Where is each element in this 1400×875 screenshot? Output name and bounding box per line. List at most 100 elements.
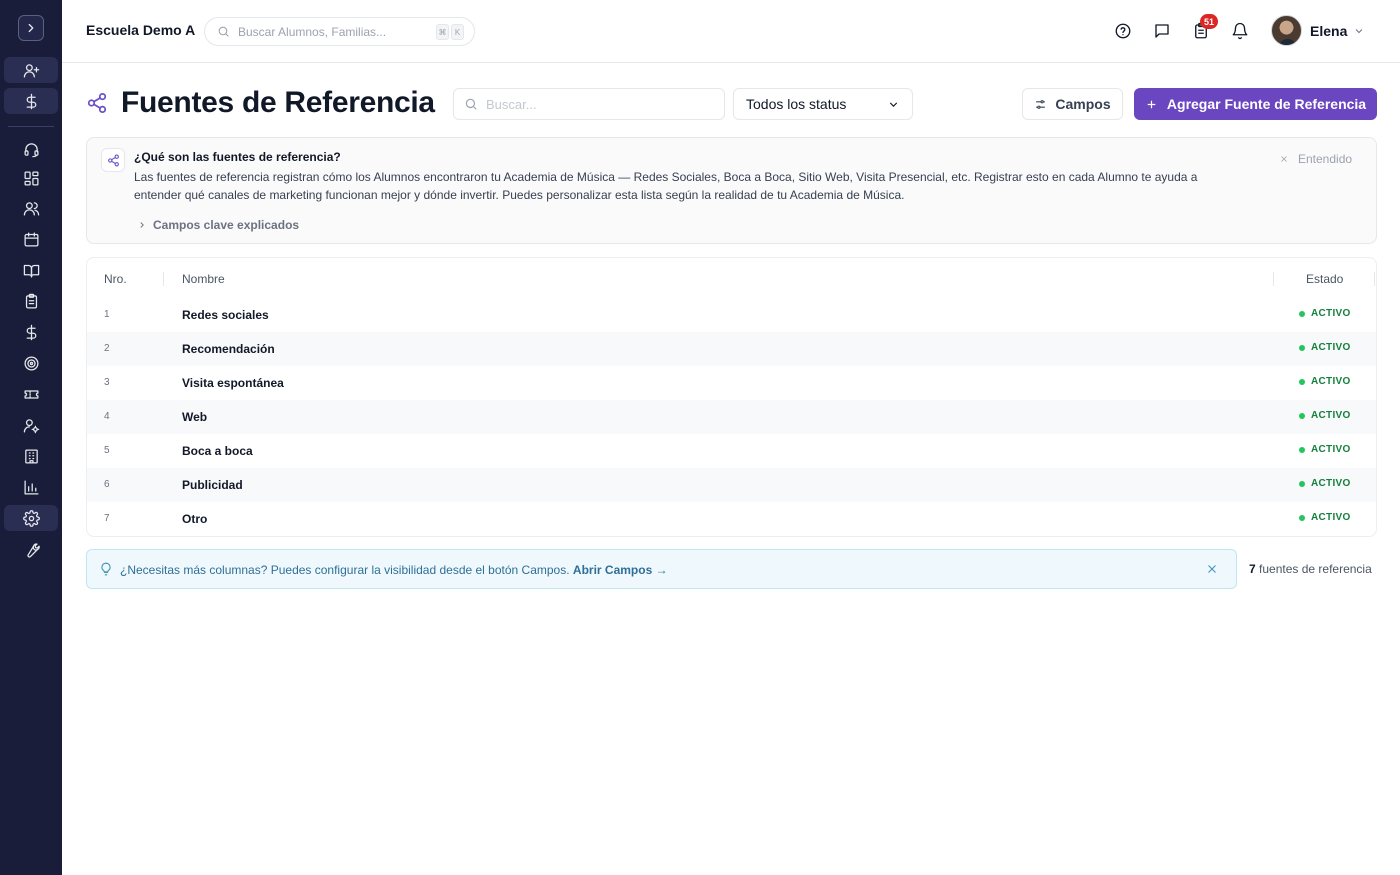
close-icon [1281, 156, 1287, 162]
sidebar [0, 0, 62, 875]
column-header-status[interactable]: Estado [1306, 272, 1343, 286]
status-filter-select[interactable]: Todos los status [733, 88, 913, 120]
user-menu-toggle[interactable] [1353, 24, 1367, 38]
status-label: ACTIVO [1311, 444, 1351, 455]
record-count: 7 fuentes de referencia [1249, 562, 1372, 576]
row-number: 4 [104, 411, 110, 422]
plus-icon [1147, 100, 1156, 108]
sidebar-item-events[interactable] [4, 381, 58, 407]
tip-close-button[interactable] [1205, 562, 1221, 578]
column-header-name[interactable]: Nombre [182, 272, 225, 286]
status-dot [1299, 412, 1305, 419]
table-row[interactable]: 6 Publicidad ACTIVO [87, 468, 1376, 502]
dollar-icon [26, 93, 36, 109]
notifications-button[interactable] [1230, 21, 1250, 41]
table-row[interactable]: 5 Boca a boca ACTIVO [87, 434, 1376, 468]
row-number: 7 [104, 513, 110, 524]
sidebar-item-courses[interactable] [4, 257, 58, 283]
table-row[interactable]: 2 Recomendación ACTIVO [87, 332, 1376, 366]
row-name[interactable]: Redes sociales [182, 308, 269, 322]
open-fields-link[interactable]: Abrir Campos → [573, 563, 668, 577]
info-title: ¿Qué son las fuentes de referencia? [134, 150, 341, 164]
users-icon [23, 201, 39, 216]
page-search-input[interactable] [486, 96, 706, 112]
help-icon [1115, 23, 1131, 39]
table-row[interactable]: 1 Redes sociales ACTIVO [87, 298, 1376, 332]
chevron-down-icon [887, 98, 900, 114]
row-name[interactable]: Publicidad [182, 478, 243, 492]
help-button[interactable] [1113, 21, 1133, 41]
record-count-label: fuentes de referencia [1259, 562, 1372, 576]
column-divider[interactable] [1374, 272, 1375, 286]
key-fields-expander[interactable]: Campos clave explicados [137, 218, 299, 232]
column-header-num[interactable]: Nro. [104, 272, 127, 286]
add-button-label: Agregar Fuente de Referencia [1166, 96, 1367, 112]
sidebar-item-dashboard[interactable] [4, 165, 58, 191]
row-name[interactable]: Recomendación [182, 342, 275, 356]
sidebar-item-finance[interactable] [4, 319, 58, 345]
sidebar-item-attendance[interactable] [4, 288, 58, 314]
sidebar-item-payments[interactable] [4, 88, 58, 114]
add-referral-source-button[interactable]: Agregar Fuente de Referencia [1134, 88, 1377, 120]
search-icon [218, 26, 229, 37]
sidebar-toggle-button[interactable] [18, 15, 44, 41]
sidebar-item-goals[interactable] [4, 350, 58, 376]
dollar-icon [26, 324, 36, 340]
share-icon [86, 92, 108, 114]
column-divider[interactable] [1273, 272, 1274, 286]
status-label: ACTIVO [1311, 410, 1351, 421]
sidebar-item-settings[interactable] [4, 505, 58, 531]
sidebar-item-calendar[interactable] [4, 226, 58, 252]
shortcut-key-cmd: ⌘ [436, 24, 449, 40]
info-dismiss-label: Entendido [1298, 152, 1353, 166]
sidebar-item-support[interactable] [4, 136, 58, 162]
top-header: Escuela Demo A Buscar Alumnos, Familias.… [62, 0, 1400, 63]
chat-icon [1155, 24, 1169, 38]
row-number: 1 [104, 309, 110, 320]
row-name[interactable]: Otro [182, 512, 207, 526]
fields-button[interactable]: Campos [1022, 88, 1123, 120]
sidebar-item-school[interactable] [4, 443, 58, 469]
ticket-icon [23, 389, 39, 399]
status-badge: ACTIVO [1299, 512, 1351, 523]
chart-icon [23, 479, 39, 495]
page-search[interactable] [453, 88, 725, 120]
global-search-placeholder: Buscar Alumnos, Familias... [238, 24, 387, 39]
book-icon [23, 264, 39, 278]
row-name[interactable]: Visita espontánea [182, 376, 284, 390]
info-panel: ¿Qué son las fuentes de referencia? Las … [86, 137, 1377, 244]
referral-sources-table: Nro. Nombre Estado 1 Redes sociales ACTI… [86, 257, 1377, 537]
wrench-icon [26, 542, 40, 558]
calendar-icon [23, 231, 39, 247]
info-text: Las fuentes de referencia registran cómo… [134, 170, 1198, 202]
table-row[interactable]: 3 Visita espontánea ACTIVO [87, 366, 1376, 400]
status-dot [1299, 310, 1305, 317]
info-dismiss-button[interactable]: Entendido [1279, 152, 1352, 166]
status-label: ACTIVO [1311, 308, 1351, 319]
table-row[interactable]: 7 Otro ACTIVO [87, 502, 1376, 536]
row-number: 3 [104, 377, 110, 388]
table-row[interactable]: 4 Web ACTIVO [87, 400, 1376, 434]
messages-button[interactable] [1152, 21, 1172, 41]
lightbulb-icon [99, 562, 113, 581]
sidebar-item-tools[interactable] [4, 537, 58, 563]
sidebar-item-add-user[interactable] [4, 57, 58, 83]
sidebar-item-reports[interactable] [4, 474, 58, 500]
status-dot [1299, 446, 1305, 453]
global-search-input[interactable]: Buscar Alumnos, Familias... ⌘ K [204, 17, 475, 46]
column-divider[interactable] [163, 272, 164, 286]
status-filter-value: Todos los status [746, 96, 847, 112]
sidebar-item-staff[interactable] [4, 412, 58, 438]
status-dot [1299, 344, 1305, 351]
status-badge: ACTIVO [1299, 308, 1351, 319]
status-dot [1299, 480, 1305, 487]
sidebar-item-students[interactable] [4, 195, 58, 221]
row-name[interactable]: Boca a boca [182, 444, 253, 458]
avatar[interactable] [1271, 15, 1302, 46]
key-fields-expander-label: Campos clave explicados [153, 218, 300, 232]
building-icon [24, 448, 38, 464]
school-name[interactable]: Escuela Demo A [86, 22, 195, 38]
user-name[interactable]: Elena [1310, 23, 1347, 39]
status-dot [1299, 378, 1305, 385]
row-name[interactable]: Web [182, 410, 207, 424]
